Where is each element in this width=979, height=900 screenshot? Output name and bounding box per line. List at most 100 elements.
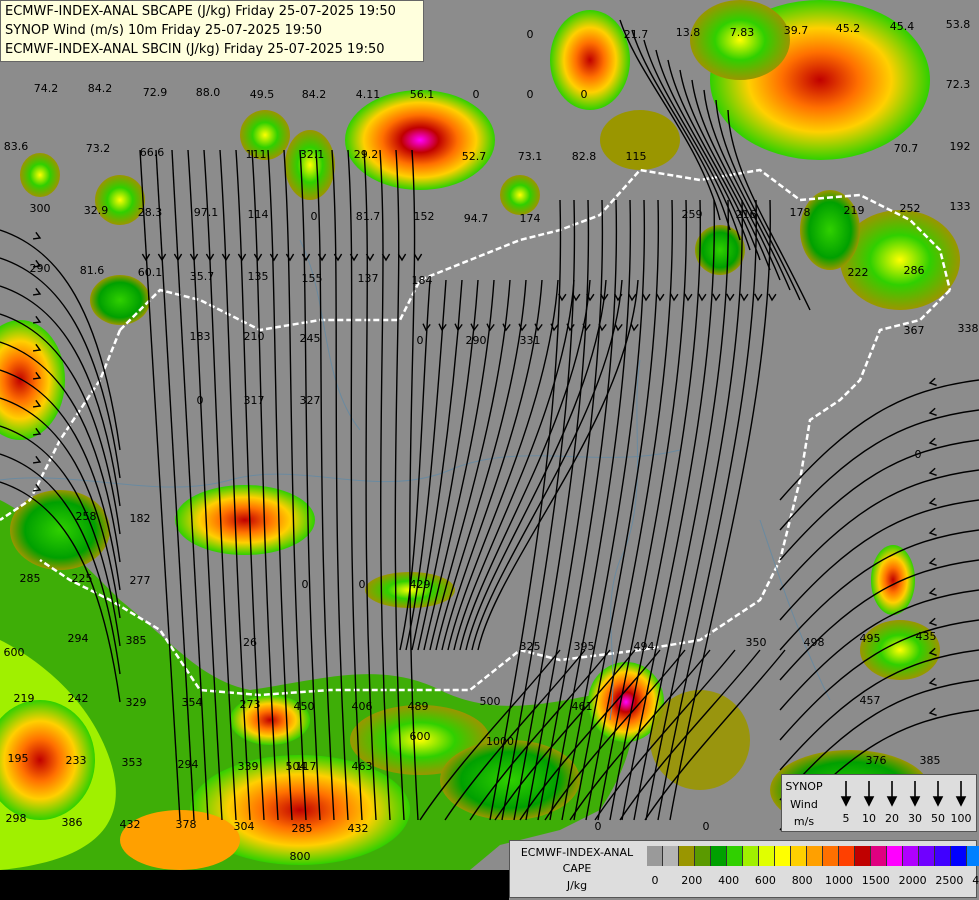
cin-value-label: 435 (916, 630, 937, 643)
cin-value-label: 0 (359, 578, 366, 591)
cin-value-label: 35.7 (190, 270, 215, 283)
cin-value-label: 135 (248, 270, 269, 283)
cin-value-label: 233 (66, 754, 87, 767)
cin-value-label: 498 (804, 636, 825, 649)
cin-value-label: 0 (311, 210, 318, 223)
cape-swatch (871, 846, 887, 866)
wind-legend-title-wind: Wind (790, 798, 818, 811)
cin-value-label: 331 (520, 334, 541, 347)
cin-value-label: 600 (4, 646, 25, 659)
cin-value-label: 285 (20, 572, 41, 585)
cin-value-label: 329 (126, 696, 147, 709)
wind-speed-label: 100 (950, 812, 972, 825)
wind-speed-label: 30 (908, 812, 922, 825)
cin-value-label: 82.8 (572, 150, 597, 163)
weather-map-view: 74.2 84.2 72.9 88.0 49.5 84.2 4.11 56.1 0 0 0 0 21.7… (0, 0, 979, 900)
cape-swatch (743, 846, 759, 866)
cin-value-label: 242 (68, 692, 89, 705)
cin-value-label: 7.83 (730, 26, 755, 39)
cape-legend-title-source: ECMWF-INDEX-ANAL (520, 846, 634, 859)
cin-value-label: 317 (244, 394, 265, 407)
cin-value-label: 60.1 (138, 266, 163, 279)
cin-value-label: 0 (527, 88, 534, 101)
cin-value-label: 73.1 (518, 150, 543, 163)
cin-value-label: 285 (292, 822, 313, 835)
cin-value-label: 182 (130, 512, 151, 525)
cin-value-label: 494 (634, 640, 655, 653)
cape-swatch (807, 846, 823, 866)
cin-value-label: 111 (246, 148, 267, 161)
cin-value-label: 0 (703, 820, 710, 833)
cin-value-label: 155 (302, 272, 323, 285)
cin-value-label: 192 (950, 140, 971, 153)
cin-value-label: 73.2 (86, 142, 111, 155)
map-title-box: ECMWF-INDEX-ANAL SBCAPE (J/kg) Friday 25… (0, 0, 424, 62)
cape-legend-unit: J/kg (566, 879, 588, 892)
cape-tick-label: 400 (718, 874, 740, 887)
cin-value-label: 183 (190, 330, 211, 343)
cape-legend-title-param: CAPE (562, 862, 592, 875)
cin-value-label: 26 (243, 636, 257, 649)
wind-speed-label: 50 (931, 812, 945, 825)
cin-value-label: 290 (466, 334, 487, 347)
map-bottom-edge (0, 870, 509, 900)
cin-value-label: 28.3 (138, 206, 163, 219)
wind-legend-title-synop: SYNOP (785, 780, 823, 793)
cin-value-label: 600 (410, 730, 431, 743)
cin-value-label: 461 (572, 700, 593, 713)
cin-value-label: 174 (520, 212, 541, 225)
cape-swatch (967, 846, 979, 866)
cin-value-label: 367 (904, 324, 925, 337)
cin-value-label: 39.7 (784, 24, 809, 37)
cin-value-label: 0 (473, 88, 480, 101)
cin-value-label: 97.1 (194, 206, 219, 219)
cape-swatch (823, 846, 839, 866)
cin-value-label: 0 (595, 820, 602, 833)
cin-value-label: 376 (866, 754, 887, 767)
cin-value-label: 245 (300, 332, 321, 345)
cin-value-label: 495 (860, 632, 881, 645)
cape-tick-label: 0 (651, 874, 659, 887)
cape-swatch (935, 846, 951, 866)
cin-value-label: 45.2 (836, 22, 861, 35)
cin-value-label: 32.1 (300, 148, 325, 161)
wind-legend: SYNOP Wind m/s 5 10 20 30 50 100 (781, 774, 977, 832)
cin-value-label: 56.1 (410, 88, 435, 101)
cin-value-label: 277 (130, 574, 151, 587)
cin-value-label: 300 (30, 202, 51, 215)
cin-value-label: 0 (302, 578, 309, 591)
cin-value-label: 385 (126, 634, 147, 647)
cin-value-label: 117 (296, 760, 317, 773)
cin-value-label: 83.6 (4, 140, 29, 153)
cin-value-label: 53.8 (946, 18, 971, 31)
cin-value-label: 338 (958, 322, 979, 335)
cin-value-label: 225 (72, 572, 93, 585)
cin-value-label: 395 (574, 640, 595, 653)
title-line-wind: SYNOP Wind (m/s) 10m Friday 25-07-2025 1… (5, 23, 323, 38)
wind-speed-label: 5 (842, 812, 850, 825)
cin-value-label: 339 (238, 760, 259, 773)
cin-value-label: 13.8 (676, 26, 701, 39)
cape-tick-label: 1500 (861, 874, 890, 887)
cin-value-label: 21.7 (624, 28, 649, 41)
cin-value-label: 184 (412, 274, 433, 287)
cin-value-label: 354 (182, 696, 203, 709)
cape-wind-map[interactable]: 74.2 84.2 72.9 88.0 49.5 84.2 4.11 56.1 0 0 0 0 21.7… (0, 0, 979, 900)
cin-value-label: 0 (197, 394, 204, 407)
cin-value-label: 450 (294, 700, 315, 713)
cape-swatch (887, 846, 903, 866)
cin-value-label: 294 (68, 632, 89, 645)
cin-value-label: 210 (244, 330, 265, 343)
cape-tick-label: 1000 (825, 874, 853, 887)
cin-value-label: 72.9 (143, 86, 168, 99)
cape-swatch (903, 846, 919, 866)
cin-value-label: 385 (920, 754, 941, 767)
cin-value-label: 84.2 (302, 88, 327, 101)
cape-swatch (775, 846, 791, 866)
cin-value-label: 432 (120, 818, 141, 831)
title-line-cape: ECMWF-INDEX-ANAL SBCAPE (J/kg) Friday 25… (5, 4, 396, 19)
cin-value-label: 353 (122, 756, 143, 769)
cape-swatch (791, 846, 807, 866)
cin-value-label: 273 (240, 698, 261, 711)
cape-color-swatches (647, 846, 979, 866)
